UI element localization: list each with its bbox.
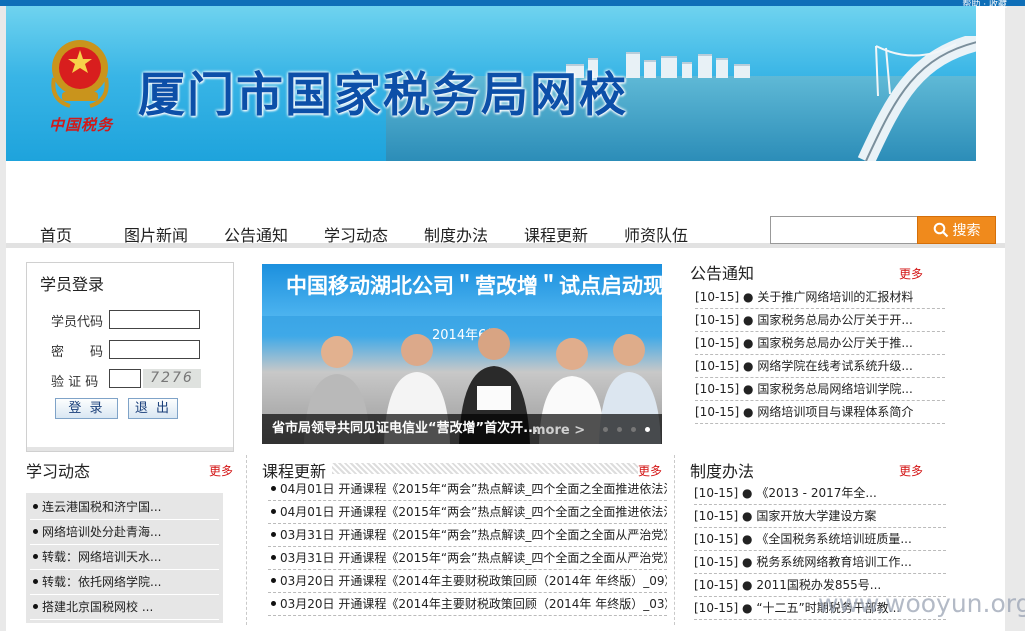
rule-item[interactable]: [10-15] ● 税务系统网络教育培训工作... [694,551,946,574]
captcha-image[interactable]: 7276 [143,369,201,388]
section-header-pattern [332,463,638,474]
bullet-icon [271,578,276,583]
notice-item[interactable]: [10-15] ● 国家税务总局网络培训学院... [695,378,945,401]
login-title: 学员登录 [40,275,105,294]
column-divider [246,455,247,625]
login-button[interactable]: 登 录 [55,398,118,419]
rules-title: 制度办法 [690,462,755,481]
course-item[interactable]: 03月20日 开通课程《2014年主要财税政策回顾（2014年 年终版）_09》 [268,570,667,593]
bridge-illustration [857,36,976,161]
watermark: www.wooyun.org [818,589,1025,618]
nav-notices[interactable]: 公告通知 [224,222,288,246]
slide-dot[interactable] [617,427,622,432]
study-item[interactable]: 搭建北京国税网校 ... [30,595,219,620]
study-item[interactable]: 转载：网络培训天水... [30,545,219,570]
logout-button[interactable]: 退 出 [128,398,178,419]
slide-pager [603,427,650,432]
slide-dot-active[interactable] [645,427,650,432]
bullet-icon [271,509,276,514]
nav-photo-news[interactable]: 图片新闻 [124,222,188,246]
site-title: 厦门市国家税务局网校 [138,68,628,123]
study-more-link[interactable]: 更多 [209,462,233,479]
rule-item[interactable]: [10-15] ● 《全国税务系统培训班质量... [694,528,946,551]
bullet-icon [271,555,276,560]
nav-home[interactable]: 首页 [40,222,72,246]
nav-study-news[interactable]: 学习动态 [324,222,388,246]
slide-dot[interactable] [631,427,636,432]
bullet-icon [33,529,38,534]
slide-caption[interactable]: 省市局领导共同见证电信业“营改增”首次开... [262,414,662,444]
slide-headline: 中国移动湖北公司＂营改增＂试点启动现场 [286,274,662,298]
main-nav: 首页 图片新闻 公告通知 学习动态 制度办法 课程更新 师资队伍 搜索 [6,214,1005,248]
nav-faculty[interactable]: 师资队伍 [624,222,688,246]
slide-dot[interactable] [603,427,608,432]
captcha-input[interactable] [109,369,141,388]
password-label: 密 码 [51,345,104,360]
notices-more-link[interactable]: 更多 [899,265,923,282]
bullet-icon [33,579,38,584]
course-item[interactable]: 04月01日 开通课程《2015年“两会”热点解读_四个全面之全面推进依法治国》 [268,478,667,501]
nav-course-updates[interactable]: 课程更新 [524,222,588,246]
search-button-label: 搜索 [952,223,981,239]
photo-news-slider[interactable]: 中国移动湖北公司＂营改增＂试点启动现场 2014年6月 省市局领导共同见证电信业… [262,264,662,444]
course-item[interactable]: 03月20日 开通课程《2014年主要财税政策回顾（2014年 年终版）_03》 [268,593,667,616]
study-item[interactable]: 连云港国税和济宁国... [30,495,219,520]
student-code-label: 学员代码 [51,315,104,330]
captcha-label: 验 证 码 [51,375,99,390]
rule-item[interactable]: [10-15] ● 国家开放大学建设方案 [694,505,946,528]
bullet-icon [33,604,38,609]
national-emblem-icon [51,40,109,108]
notice-item[interactable]: [10-15] ● 网络培训项目与课程体系简介 [695,401,945,424]
site-banner: 中国税务 厦门市国家税务局网校 [6,6,976,161]
bullet-icon [271,601,276,606]
notice-item[interactable]: [10-15] ● 网络学院在线考试系统升级... [695,355,945,378]
courses-more-link[interactable]: 更多 [638,462,662,479]
search-button[interactable]: 搜索 [917,216,996,244]
nav-rules[interactable]: 制度办法 [424,222,488,246]
column-divider [674,455,675,625]
study-item[interactable]: 转载：依托网络学院... [30,570,219,595]
page: 中国税务 厦门市国家税务局网校 首页 图片新闻 公告通知 学习动态 制度办法 课… [6,6,1025,631]
bullet-icon [33,504,38,509]
search-icon [933,222,948,238]
study-list: 连云港国税和济宁国... 网络培训处分赴青海... 转载：网络培训天水... 转… [26,493,223,623]
course-item[interactable]: 03月31日 开通课程《2015年“两会”热点解读_四个全面之全面从严治党》 [268,524,667,547]
slide-more-link[interactable]: more > [532,423,585,438]
rules-more-link[interactable]: 更多 [899,462,923,479]
courses-list: 04月01日 开通课程《2015年“两会”热点解读_四个全面之全面推进依法治国》… [268,478,667,616]
student-code-input[interactable] [109,310,200,329]
rule-item[interactable]: [10-15] ● 《2013 - 2017年全... [694,482,946,505]
bullet-icon [33,554,38,559]
study-item[interactable]: 网络培训处分赴青海... [30,520,219,545]
study-title: 学习动态 [26,462,91,481]
notices-title: 公告通知 [690,264,755,283]
course-item[interactable]: 04月01日 开通课程《2015年“两会”热点解读_四个全面之全面推进依法治国》 [268,501,667,524]
notices-list: [10-15] ● 关于推广网络培训的汇报材料 [10-15] ● 国家税务总局… [695,286,945,424]
tax-brand-logo: 中国税务 [49,116,114,134]
notice-item[interactable]: [10-15] ● 国家税务总局办公厅关于推... [695,332,945,355]
login-panel: 学员登录 学员代码 密 码 验 证 码 7276 登 录 退 出 [26,262,234,452]
notice-item[interactable]: [10-15] ● 关于推广网络培训的汇报材料 [695,286,945,309]
bullet-icon [271,532,276,537]
course-item[interactable]: 03月31日 开通课程《2015年“两会”热点解读_四个全面之全面从严治党》 [268,547,667,570]
notice-item[interactable]: [10-15] ● 国家税务总局办公厅关于开... [695,309,945,332]
bullet-icon [271,486,276,491]
slide-banner: 中国移动湖北公司＂营改增＂试点启动现场 [262,264,662,316]
search-input[interactable] [770,216,918,244]
password-input[interactable] [109,340,200,359]
